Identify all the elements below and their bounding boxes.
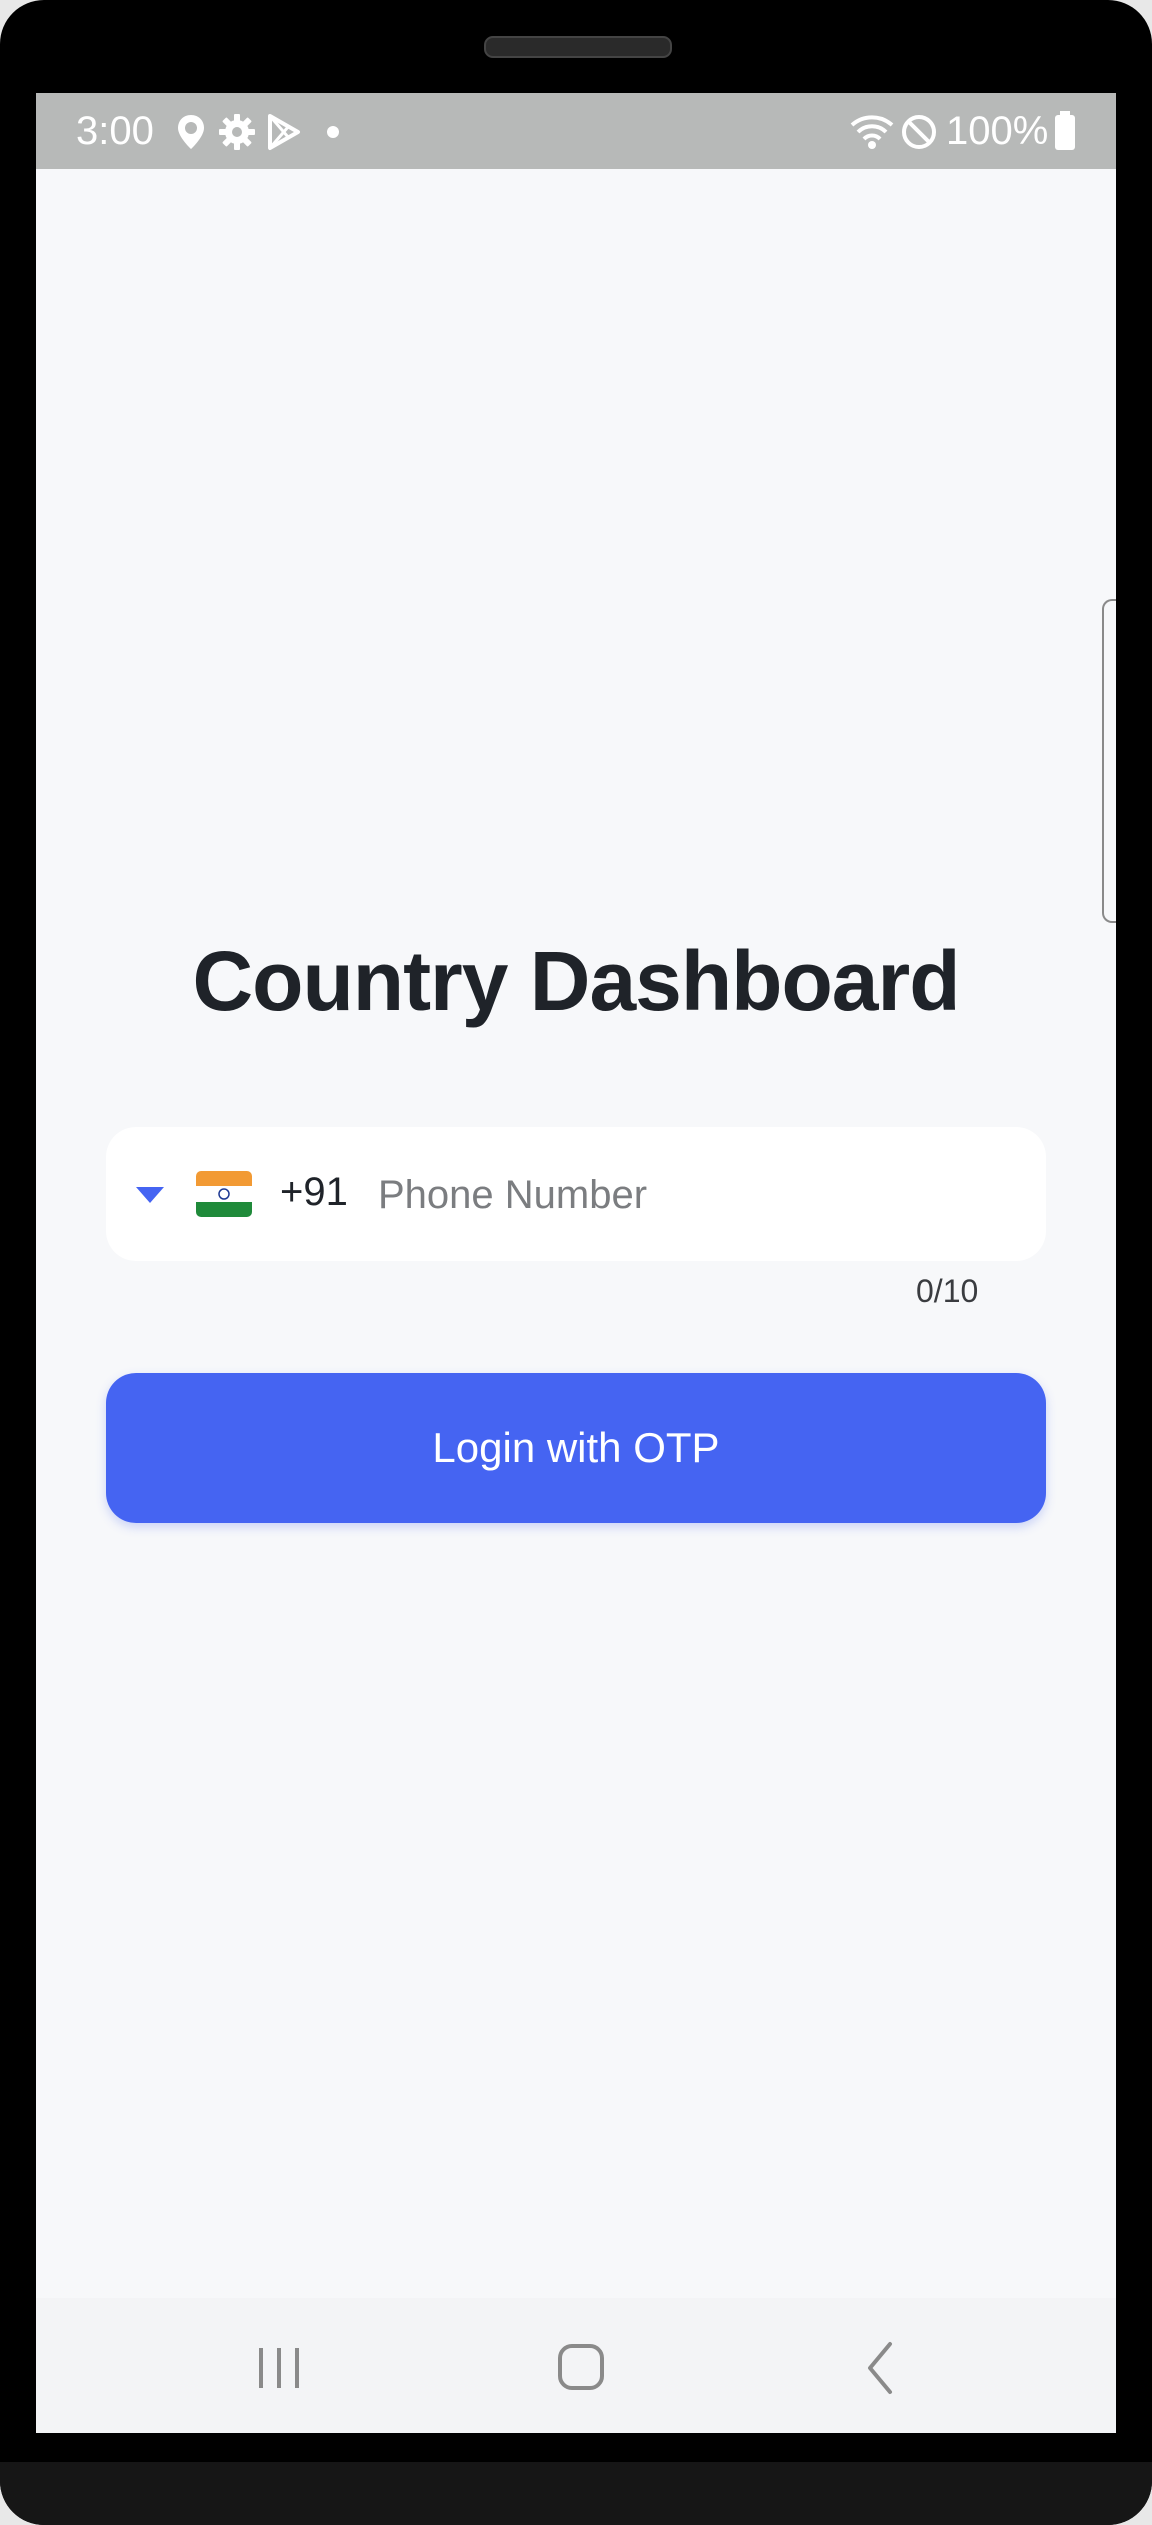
play-store-icon	[266, 113, 302, 156]
login-with-otp-button[interactable]: Login with OTP	[106, 1373, 1046, 1523]
earpiece-speaker	[484, 36, 672, 58]
recents-icon	[259, 2348, 299, 2388]
home-icon	[558, 2344, 604, 2390]
home-button[interactable]	[536, 2328, 626, 2408]
location-icon	[176, 113, 206, 156]
screen: 3:00 100% Country Dashboard +91 Phone Nu…	[36, 93, 1116, 2433]
battery-percent: 100%	[946, 109, 1049, 153]
page-title: Country Dashboard	[192, 934, 960, 1028]
settings-icon	[218, 113, 256, 156]
status-bar: 3:00 100%	[36, 93, 1116, 169]
india-flag-icon[interactable]	[196, 1171, 252, 1217]
wifi-icon	[848, 113, 896, 156]
char-counter: 0/10	[916, 1273, 979, 1309]
dial-code[interactable]: +91	[280, 1170, 348, 1215]
recents-button[interactable]	[234, 2328, 324, 2408]
navigation-bar	[36, 2298, 1116, 2433]
phone-number-input[interactable]	[376, 1157, 1020, 1233]
back-button[interactable]	[836, 2328, 926, 2408]
phone-number-field[interactable]: +91	[106, 1127, 1046, 1261]
battery-icon	[1054, 111, 1076, 156]
country-dropdown-caret-icon[interactable]	[136, 1187, 164, 1203]
dot-icon	[326, 125, 340, 144]
edge-panel-handle[interactable]	[1102, 599, 1116, 923]
phone-frame: 3:00 100% Country Dashboard +91 Phone Nu…	[0, 0, 1152, 2525]
do-not-disturb-icon	[900, 113, 938, 156]
back-chevron-icon	[868, 2342, 892, 2394]
device-chin	[0, 2462, 1152, 2525]
status-time: 3:00	[76, 109, 154, 153]
